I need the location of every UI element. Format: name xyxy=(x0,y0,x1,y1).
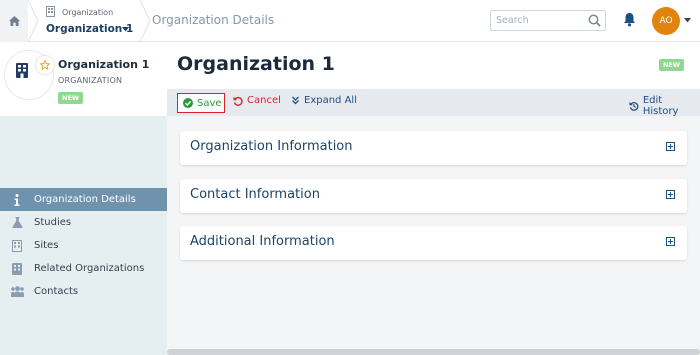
breadcrumb-org-name[interactable]: Organization 1 xyxy=(46,23,133,35)
building-icon xyxy=(12,239,22,252)
cancel-button[interactable]: Cancel xyxy=(233,95,281,106)
sidebar-item-contacts[interactable]: Contacts xyxy=(0,280,167,303)
building-icon xyxy=(16,63,28,78)
breadcrumb-organization[interactable]: Organization Organization 1 xyxy=(40,0,140,42)
avatar-initials: AO xyxy=(659,16,673,26)
main-content: Organization 1 NEW Save Cancel Expand Al… xyxy=(167,42,700,355)
sidebar-item-label: Organization Details xyxy=(34,194,136,205)
sidebar-item-label: Sites xyxy=(34,240,59,251)
panel-organization-information[interactable]: Organization Information xyxy=(180,131,687,165)
panel-additional-information[interactable]: Additional Information xyxy=(180,226,687,260)
top-bar: Organization Organization 1 Organization… xyxy=(0,0,700,42)
edit-history-button[interactable]: Edit History xyxy=(629,95,700,117)
favorite-button[interactable] xyxy=(36,56,54,74)
breadcrumb-separator xyxy=(140,0,151,42)
search-box[interactable]: Search xyxy=(490,10,606,31)
sidebar-item-related-organizations[interactable]: Related Organizations xyxy=(0,257,167,280)
user-avatar[interactable]: AO xyxy=(652,7,680,35)
users-icon xyxy=(10,286,24,297)
panel-title: Organization Information xyxy=(190,139,353,154)
panel-title: Additional Information xyxy=(190,234,335,249)
status-badge: NEW xyxy=(659,59,685,71)
sidebar-item-label: Contacts xyxy=(34,286,79,297)
sidebar-item-organization-details[interactable]: Organization Details xyxy=(0,188,167,211)
building-icon xyxy=(12,262,22,275)
record-type: ORGANIZATION xyxy=(58,76,123,85)
sidebar-record-header: Organization 1 ORGANIZATION NEW xyxy=(0,42,167,116)
info-icon xyxy=(14,193,20,206)
building-icon xyxy=(46,6,55,17)
expand-icon[interactable] xyxy=(666,190,675,199)
toolbar: Save Cancel Expand All Edit History xyxy=(167,89,700,117)
search-icon[interactable] xyxy=(588,14,601,27)
expand-all-label: Expand All xyxy=(304,95,357,106)
title-row: Organization 1 NEW xyxy=(167,42,700,89)
chevron-down-icon[interactable] xyxy=(684,18,691,23)
undo-icon xyxy=(233,96,243,106)
sidebar-nav: Organization Details Studies Sites Relat… xyxy=(0,188,167,303)
expand-icon[interactable] xyxy=(666,142,675,151)
home-icon xyxy=(8,16,20,26)
sidebar-item-sites[interactable]: Sites xyxy=(0,234,167,257)
expand-icon[interactable] xyxy=(666,237,675,246)
breadcrumb-type-label: Organization xyxy=(62,8,114,17)
check-circle-icon xyxy=(183,98,193,108)
expand-all-button[interactable]: Expand All xyxy=(291,95,357,106)
panel-title: Contact Information xyxy=(190,187,320,202)
status-badge: NEW xyxy=(58,92,84,104)
save-button[interactable]: Save xyxy=(177,93,225,113)
page-title: Organization 1 xyxy=(177,53,335,75)
sidebar-item-studies[interactable]: Studies xyxy=(0,211,167,234)
star-icon xyxy=(40,60,50,70)
sidebar-item-label: Related Organizations xyxy=(34,263,145,274)
sidebar-item-label: Studies xyxy=(34,217,72,228)
save-label: Save xyxy=(197,97,222,109)
history-icon xyxy=(629,101,639,111)
search-input[interactable]: Search xyxy=(496,15,529,26)
record-name: Organization 1 xyxy=(58,58,150,71)
sidebar: Organization 1 ORGANIZATION NEW Organiza… xyxy=(0,42,167,355)
edit-history-label: Edit History xyxy=(642,95,679,117)
panel-contact-information[interactable]: Contact Information xyxy=(180,179,687,213)
cancel-label: Cancel xyxy=(247,95,281,106)
home-button[interactable] xyxy=(0,0,28,42)
breadcrumb-current: Organization Details xyxy=(152,13,275,27)
horizontal-scrollbar[interactable] xyxy=(167,349,700,355)
bell-icon[interactable] xyxy=(623,12,636,27)
flask-icon xyxy=(12,217,22,228)
double-chevron-down-icon xyxy=(292,96,299,105)
breadcrumb-separator xyxy=(28,0,39,42)
chevron-down-icon[interactable] xyxy=(122,27,129,32)
